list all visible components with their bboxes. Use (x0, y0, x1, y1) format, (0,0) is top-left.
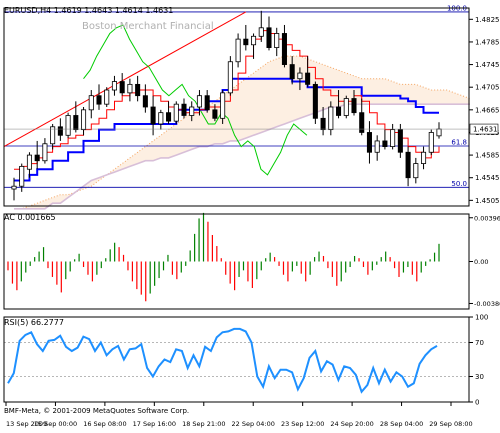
bullish-candle (235, 38, 241, 63)
bullish-candle (158, 112, 164, 125)
bearish-candle (336, 106, 342, 116)
bearish-candle (305, 72, 311, 85)
ac-tick-label: 0.00396 (474, 214, 500, 222)
bullish-candle (11, 185, 17, 190)
price-tick-label: 1.4545 (475, 174, 500, 182)
bearish-candle (366, 132, 372, 153)
time-tick-label: 15 Sep 00:00 (34, 420, 77, 428)
price-tick-label: 1.4705 (475, 84, 500, 92)
bearish-candle (150, 106, 156, 125)
bullish-candle (81, 109, 87, 131)
rsi-tick-label: 100 (475, 314, 488, 322)
bearish-candle (281, 33, 287, 65)
price-tick-label: 1.4785 (475, 38, 500, 46)
bullish-candle (413, 163, 419, 179)
bullish-candle (251, 35, 257, 46)
bullish-candle (297, 72, 303, 80)
bearish-candle (96, 95, 102, 105)
bearish-candle (382, 140, 388, 147)
bullish-candle (328, 106, 334, 131)
bearish-candle (289, 64, 295, 80)
time-tick-label: 29 Sep 08:00 (429, 420, 472, 428)
price-chart-title: EURUSD,H4 1.4619 1.4643 1.4614 1.4631 (4, 6, 173, 15)
fibonacci-level-label: 61.8 (451, 139, 467, 147)
bullish-candle (220, 92, 226, 119)
bearish-candle (34, 154, 40, 162)
bullish-candle (343, 98, 349, 116)
price-tick-label: 1.4825 (475, 16, 500, 24)
price-tick-label: 1.4665 (475, 106, 500, 114)
bullish-candle (127, 83, 133, 94)
rsi-tick-label: 70 (475, 339, 484, 347)
bearish-candle (359, 112, 365, 133)
bearish-candle (212, 109, 218, 119)
bullish-candle (390, 129, 396, 147)
bullish-candle (26, 154, 32, 170)
bullish-candle (19, 165, 25, 187)
bearish-candle (397, 129, 403, 153)
bullish-candle (173, 103, 179, 122)
time-tick-label: 28 Sep 04:00 (380, 420, 423, 428)
time-tick-label: 18 Sep 21:00 (182, 420, 225, 428)
bullish-candle (428, 132, 434, 153)
rsi-tick-label: 30 (475, 373, 484, 381)
copyright-footer: BMF-Meta, © 2001-2009 MetaQuotes Softwar… (4, 407, 189, 415)
bullish-candle (65, 115, 71, 136)
price-tick-label: 1.4745 (475, 61, 500, 69)
time-tick-label: 17 Sep 16:00 (133, 420, 176, 428)
bullish-candle (374, 140, 380, 153)
chart-svg: 1.48251.47851.47451.47051.46651.46251.45… (0, 0, 500, 429)
current-price-label: 1.4631 (473, 126, 498, 134)
bullish-candle (436, 128, 442, 137)
bullish-candle (274, 33, 280, 48)
bullish-candle (42, 143, 48, 162)
bullish-candle (196, 95, 202, 108)
price-tick-label: 1.4505 (475, 197, 500, 205)
bullish-candle (189, 106, 195, 116)
bullish-candle (111, 81, 117, 91)
watermark-text: Boston Merchant Financial (82, 21, 214, 32)
bearish-candle (405, 151, 411, 179)
time-tick-label: 16 Sep 08:00 (83, 420, 126, 428)
bearish-candle (312, 83, 318, 119)
bullish-candle (50, 126, 56, 145)
ac-tick-label: 0.00 (474, 258, 488, 266)
bullish-candle (258, 27, 264, 37)
bearish-candle (181, 103, 187, 116)
bearish-candle (119, 81, 125, 94)
rsi-tick-label: 0 (475, 399, 479, 407)
time-tick-label: 23 Sep 12:00 (281, 420, 324, 428)
price-tick-label: 1.4585 (475, 152, 500, 160)
bullish-candle (227, 61, 233, 94)
bearish-candle (266, 27, 272, 48)
bearish-candle (142, 95, 148, 108)
time-tick-label: 22 Sep 04:00 (232, 420, 275, 428)
bullish-candle (88, 95, 94, 111)
bullish-candle (421, 151, 427, 164)
bullish-candle (104, 89, 110, 105)
bearish-candle (73, 115, 79, 131)
bearish-candle (135, 83, 141, 97)
bearish-candle (166, 112, 172, 122)
bearish-candle (243, 38, 249, 46)
bearish-candle (204, 95, 210, 111)
bearish-candle (320, 117, 326, 131)
chart-window: 1.48251.47851.47451.47051.46651.46251.45… (0, 0, 500, 429)
fibonacci-level-label: 50.0 (451, 180, 467, 188)
rsi-title: RSI(5) 66.2777 (4, 318, 64, 327)
time-tick-label: 24 Sep 20:00 (330, 420, 373, 428)
ac-tick-label: -0.00380 (474, 300, 500, 308)
bearish-candle (351, 98, 357, 114)
bearish-candle (57, 126, 63, 136)
